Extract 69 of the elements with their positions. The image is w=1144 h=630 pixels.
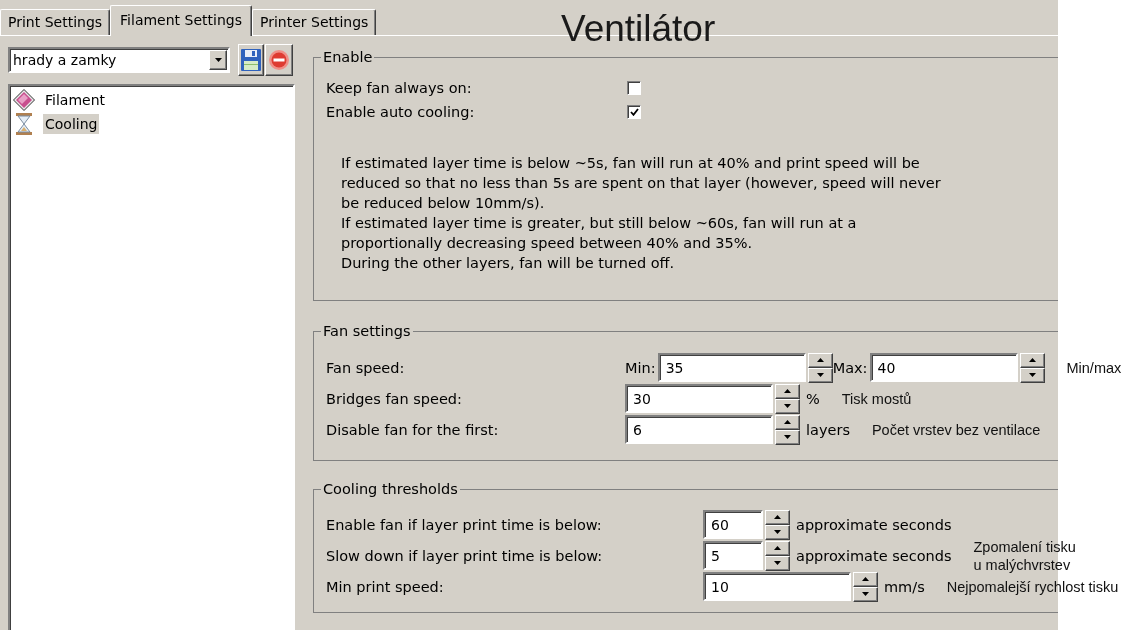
preset-combo-box[interactable]: hrady a zamky	[8, 47, 230, 73]
unit-label: layers	[806, 421, 850, 438]
annotation-text: Tisk mostů	[841, 389, 912, 408]
up-arrow-icon	[784, 420, 791, 424]
field-label: Enable fan if layer print time is below:	[326, 516, 603, 533]
number-input[interactable]: 30	[625, 384, 773, 413]
spin-up-button[interactable]	[775, 414, 800, 430]
up-arrow-icon	[816, 358, 824, 362]
field-label: Min print speed:	[326, 578, 445, 595]
number-input[interactable]: 6	[625, 415, 773, 444]
down-arrow-icon	[816, 373, 824, 377]
field-label: Min:	[625, 359, 656, 376]
annotation-text: Počet vrstev bez ventilace	[871, 420, 1041, 439]
dropdown-button[interactable]	[209, 50, 227, 70]
hourglass-icon	[13, 113, 35, 135]
annotation-text: Zpomalení tisku u malýchvrstev	[973, 537, 1076, 574]
save-button[interactable]	[238, 44, 264, 76]
down-arrow-icon	[862, 592, 869, 596]
field-label: Bridges fan speed:	[326, 390, 463, 407]
down-arrow-icon	[784, 435, 791, 439]
field-label: Slow down if layer print time is below:	[326, 547, 604, 564]
description-text: If estimated layer time is below ~5s, fan will run at 40% and print speed will be reduced so that no less than 5s are spent on that layer (however, speed will never be reduced below 10mm/s). If estimated layer time is greater, but still below ~60s, fan will run at a proportionally decreasing speed between 40% and 35%. During the other layers, fan will be turned off.	[341, 154, 941, 273]
number-input[interactable]: 60	[703, 510, 763, 539]
spin-up-button[interactable]	[775, 383, 800, 399]
annotation-text: Min/max	[1066, 358, 1122, 377]
up-arrow-icon	[774, 515, 781, 519]
option-label: Enable auto cooling:	[326, 104, 476, 120]
spin-up-button[interactable]	[853, 571, 878, 587]
up-arrow-icon	[774, 546, 781, 550]
tree-item[interactable]: Cooling	[43, 114, 100, 134]
number-input[interactable]: 40	[869, 353, 1018, 382]
annotation-title: Ventilátor	[561, 9, 716, 49]
caret-icon	[214, 58, 222, 62]
up-arrow-icon	[862, 577, 869, 581]
checkmark-icon	[629, 108, 639, 116]
field-label: Max:	[832, 359, 868, 376]
group-title: Cooling thresholds	[322, 481, 459, 497]
up-arrow-icon	[1028, 358, 1036, 362]
spin-up-button[interactable]	[807, 352, 833, 368]
spin-up-button[interactable]	[1019, 352, 1045, 368]
checkbox[interactable]	[627, 105, 641, 119]
unit-label: approximate seconds	[796, 516, 952, 533]
tab[interactable]: Printer Settings	[251, 9, 377, 35]
minus-circle-icon	[269, 50, 289, 70]
tab[interactable]: Print Settings	[0, 9, 111, 35]
group-title: Fan settings	[322, 323, 412, 339]
unit-label: %	[806, 390, 820, 407]
delete-button[interactable]	[265, 44, 293, 76]
number-input[interactable]: 10	[703, 572, 851, 601]
diamond-icon	[13, 89, 35, 111]
down-arrow-icon	[784, 404, 791, 408]
unit-label: mm/s	[884, 578, 925, 595]
checkbox[interactable]	[627, 81, 641, 95]
up-arrow-icon	[784, 389, 791, 393]
tree-item[interactable]: Filament	[43, 90, 107, 110]
field-label: Disable fan for the first:	[326, 421, 500, 438]
group-title: Enable	[322, 49, 374, 65]
field-label: Fan speed:	[326, 359, 406, 376]
number-input[interactable]: 35	[657, 353, 806, 382]
number-input[interactable]: 5	[703, 541, 763, 570]
down-arrow-icon	[1028, 373, 1036, 377]
spin-up-button[interactable]	[765, 509, 790, 525]
down-arrow-icon	[774, 530, 781, 534]
annotation-text: Nejpomalejší rychlost tisku	[946, 577, 1119, 596]
option-label: Keep fan always on:	[326, 80, 473, 96]
unit-label: approximate seconds	[796, 547, 952, 564]
tab[interactable]: Filament Settings	[110, 5, 252, 36]
down-arrow-icon	[774, 561, 781, 565]
spin-up-button[interactable]	[765, 540, 790, 556]
